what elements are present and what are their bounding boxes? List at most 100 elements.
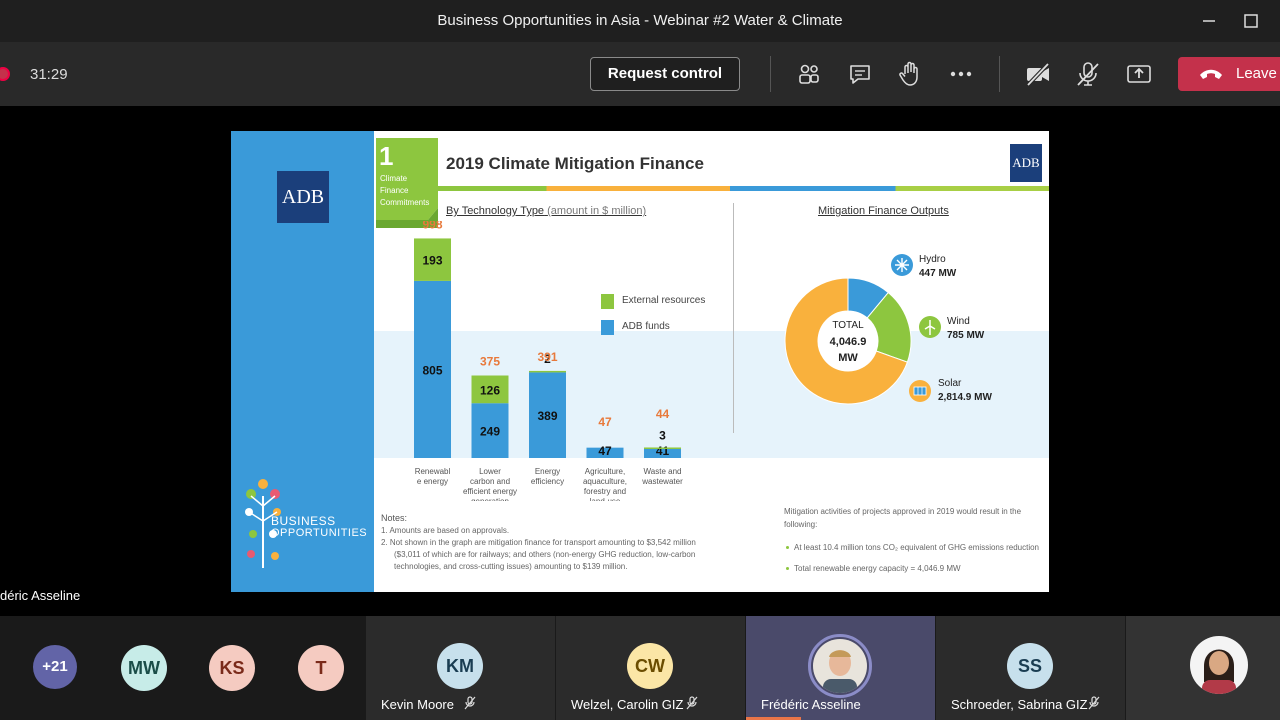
category-label: Lower	[479, 467, 501, 476]
bar-value-label: 249	[480, 425, 500, 439]
request-control-button[interactable]: Request control	[590, 57, 740, 91]
self-view-tile[interactable]	[1126, 616, 1280, 720]
wind-icon	[919, 316, 941, 338]
note-2b: ($3,011 of which are for railways; and o…	[394, 550, 696, 559]
chat-icon[interactable]	[846, 60, 874, 88]
recording-icon	[0, 67, 10, 81]
category-label: Renewabl	[415, 467, 451, 476]
opportunities-label: OPPORTUNITIES	[271, 527, 368, 539]
leave-button[interactable]: Leave	[1178, 57, 1280, 91]
solar-value: 2,814.9 MW	[938, 392, 992, 403]
summary-bullet-1: At least 10.4 million tons CO₂ equivalen…	[794, 543, 1039, 552]
category-label: carbon and	[470, 477, 510, 486]
note-1: 1. Amounts are based on approvals.	[381, 526, 510, 535]
bar-value-label: 805	[422, 363, 442, 377]
avatar: SS	[1007, 643, 1053, 689]
camera-off-icon[interactable]	[1024, 60, 1052, 88]
summary-line-1: Mitigation activities of projects approv…	[784, 507, 1022, 516]
participant-name: Frédéric Asseline	[761, 697, 861, 712]
bar-value-label: 41	[656, 444, 670, 458]
business-label: BUSINESS	[271, 514, 336, 528]
participant-tile[interactable]: CW Welzel, Carolin GIZ	[556, 616, 745, 720]
bullet-icon	[786, 546, 789, 549]
window-title: Business Opportunities in Asia - Webinar…	[437, 12, 843, 29]
minimize-icon[interactable]	[1198, 10, 1220, 32]
slide-sidebar: ADB BUSINESS OPPORTUNITIES	[231, 131, 374, 592]
adb-logo: ADB	[277, 171, 329, 223]
more-participants-button[interactable]: +21	[33, 645, 77, 689]
note-2c: technologies, and cross-cutting issues) …	[394, 562, 628, 571]
bar-value-label: 126	[480, 383, 500, 397]
presenter-name-label: déric Asseline	[0, 588, 81, 603]
legend-swatch-adb	[601, 320, 614, 335]
participant-tile[interactable]: SS Schroeder, Sabrina GIZ	[936, 616, 1125, 720]
left-heading-main: By Technology Type	[446, 205, 545, 217]
more-options-icon[interactable]	[947, 60, 975, 88]
step-number: 1	[379, 141, 394, 171]
column-divider	[733, 203, 734, 433]
wind-label: Wind	[947, 316, 970, 327]
category-label: aquaculture,	[583, 477, 627, 486]
bar-total-label: 998	[422, 221, 442, 231]
avatar[interactable]: T	[298, 645, 344, 691]
slide-title: 2019 Climate Mitigation Finance	[446, 154, 704, 173]
category-label: e energy	[417, 477, 448, 486]
adb-logo-small: ADB	[1010, 144, 1042, 182]
step-label-1: Climate	[380, 174, 408, 183]
category-label: efficiency	[531, 477, 564, 486]
category-label: Waste and	[644, 467, 682, 476]
hang-up-icon	[1200, 69, 1222, 79]
maximize-icon[interactable]	[1240, 10, 1262, 32]
avatar-photo	[813, 639, 867, 693]
wind-value: 785 MW	[947, 330, 985, 341]
toolbar-divider	[999, 56, 1000, 92]
bar-value-label: 47	[598, 444, 612, 458]
participant-name: Welzel, Carolin GIZ	[571, 697, 684, 712]
muted-mic-icon	[464, 696, 476, 710]
bar-total-label: 391	[537, 350, 557, 364]
hydro-label: Hydro	[919, 254, 946, 265]
summary-line-2: following:	[784, 520, 818, 529]
title-bar: Business Opportunities in Asia - Webinar…	[0, 0, 1280, 42]
participant-name: Kevin Moore	[381, 697, 454, 712]
muted-mic-icon	[1088, 696, 1100, 710]
bar-external-resources	[529, 370, 566, 373]
muted-mic-icon	[686, 696, 698, 710]
hydro-value: 447 MW	[919, 268, 957, 279]
title-stripe	[436, 186, 1049, 191]
shared-content-stage: ADB BUSINESS OPPORTUNITIES 1 Climate Fin…	[0, 106, 1280, 616]
bar-value-label: 193	[422, 254, 442, 268]
avatar-photo	[1190, 636, 1248, 694]
bar-total-label: 47	[598, 415, 612, 429]
bar-total-label: 44	[656, 407, 670, 421]
bar-chart: 805 193 998 Renewable energy 249 126 375 Lowerc…	[414, 221, 683, 501]
raise-hand-icon[interactable]	[896, 60, 924, 88]
bar-value-label: 389	[537, 409, 557, 423]
participant-name: Schroeder, Sabrina GIZ	[951, 697, 1088, 712]
participant-tile[interactable]: KM Kevin Moore	[366, 616, 555, 720]
solar-label: Solar	[938, 378, 962, 389]
meeting-toolbar: 31:29 Request control Leave	[0, 42, 1280, 106]
meeting-timer: 31:29	[30, 66, 68, 83]
bullet-icon	[786, 567, 789, 570]
legend-swatch-external	[601, 294, 614, 309]
step-label-3: Commitments	[380, 198, 430, 207]
share-screen-icon[interactable]	[1125, 60, 1153, 88]
category-label: Agriculture,	[585, 467, 625, 476]
participant-tile-active-speaker[interactable]: Frédéric Asseline	[746, 616, 935, 720]
legend-label-adb: ADB funds	[622, 321, 670, 332]
leave-label: Leave	[1236, 65, 1277, 82]
right-heading: Mitigation Finance Outputs	[818, 205, 949, 217]
step-label-2: Finance	[380, 186, 409, 195]
microphone-off-icon[interactable]	[1074, 60, 1102, 88]
category-label: Energy	[535, 467, 560, 476]
category-label: efficient energy	[463, 487, 517, 496]
category-label: land-use	[590, 497, 621, 501]
hydro-icon	[891, 254, 913, 276]
shared-slide: ADB BUSINESS OPPORTUNITIES 1 Climate Fin…	[231, 131, 1049, 592]
legend-label-external: External resources	[622, 295, 706, 306]
avatar[interactable]: KS	[209, 645, 255, 691]
avatar[interactable]: MW	[121, 645, 167, 691]
bar-total-label: 375	[480, 355, 500, 369]
participants-icon[interactable]	[795, 60, 823, 88]
